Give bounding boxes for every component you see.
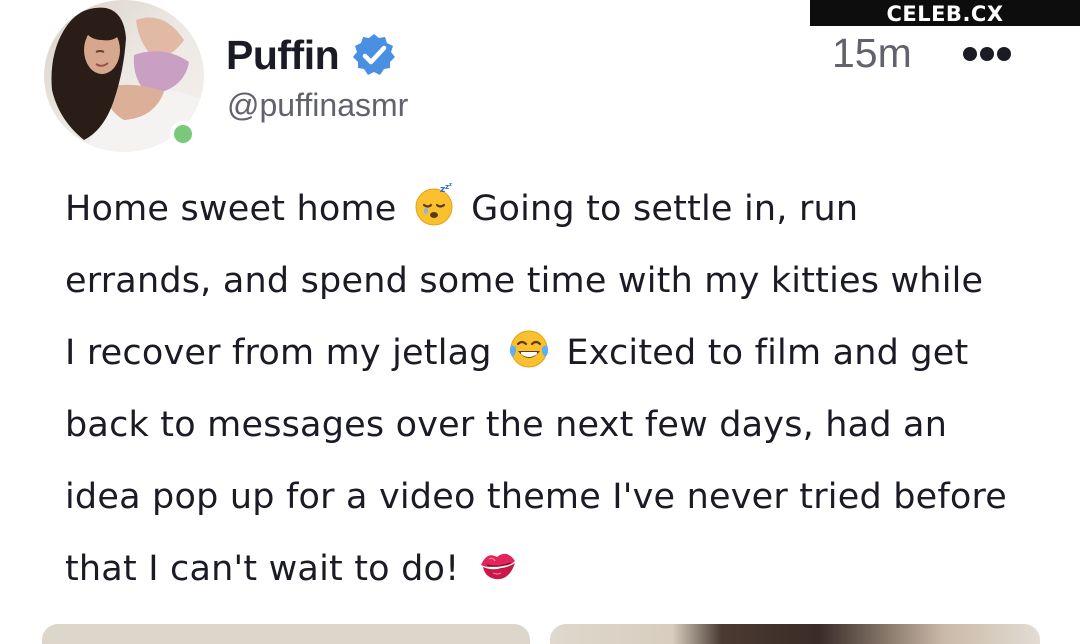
- verified-badge-icon: [351, 32, 397, 78]
- post-text-segment: Going to settle in, run: [471, 189, 859, 229]
- post-text-segment: I recover from my jetlag: [65, 333, 492, 373]
- sleeping-face-icon: z z z: [412, 180, 456, 226]
- post-line: idea pop up for a video theme I've never…: [65, 461, 1050, 533]
- post-line: back to messages over the next few days,…: [65, 389, 1050, 461]
- media-thumbnail[interactable]: [42, 624, 530, 644]
- watermark: CELEB.CX: [810, 0, 1080, 26]
- post-body: Home sweet home z z z Going to settle in…: [65, 173, 1050, 605]
- tears-of-joy-face-icon: [507, 324, 551, 368]
- author-display-name[interactable]: Puffin: [226, 32, 340, 79]
- post-timestamp: 15m: [832, 30, 912, 76]
- media-thumbnail[interactable]: [550, 624, 1040, 644]
- online-status-indicator: [170, 121, 196, 147]
- more-dot: [997, 47, 1011, 61]
- author-name-row: Puffin: [226, 28, 397, 82]
- kiss-mark-icon: [475, 540, 519, 584]
- more-dot: [980, 47, 994, 61]
- post-line: errands, and spend some time with my kit…: [65, 245, 1050, 317]
- post-text-segment: back to messages over the next few days,…: [65, 405, 948, 445]
- more-dot: [963, 47, 977, 61]
- post-text-segment: idea pop up for a video theme I've never…: [65, 477, 1008, 517]
- post-text-segment: errands, and spend some time with my kit…: [65, 261, 984, 301]
- author-handle[interactable]: @puffinasmr: [227, 87, 408, 124]
- svg-text:z: z: [449, 183, 452, 188]
- post-text-segment: Excited to film and get: [566, 333, 969, 373]
- post-line: that I can't wait to do!: [65, 533, 1050, 605]
- avatar-container[interactable]: [44, 0, 204, 155]
- more-options-button[interactable]: [955, 38, 1019, 70]
- post-line: Home sweet home z z z Going to settle in…: [65, 173, 1050, 245]
- post-line: I recover from my jetlag Excited to film…: [65, 317, 1050, 389]
- post-text-segment: Home sweet home: [65, 189, 397, 229]
- post-text-segment: that I can't wait to do!: [65, 549, 460, 589]
